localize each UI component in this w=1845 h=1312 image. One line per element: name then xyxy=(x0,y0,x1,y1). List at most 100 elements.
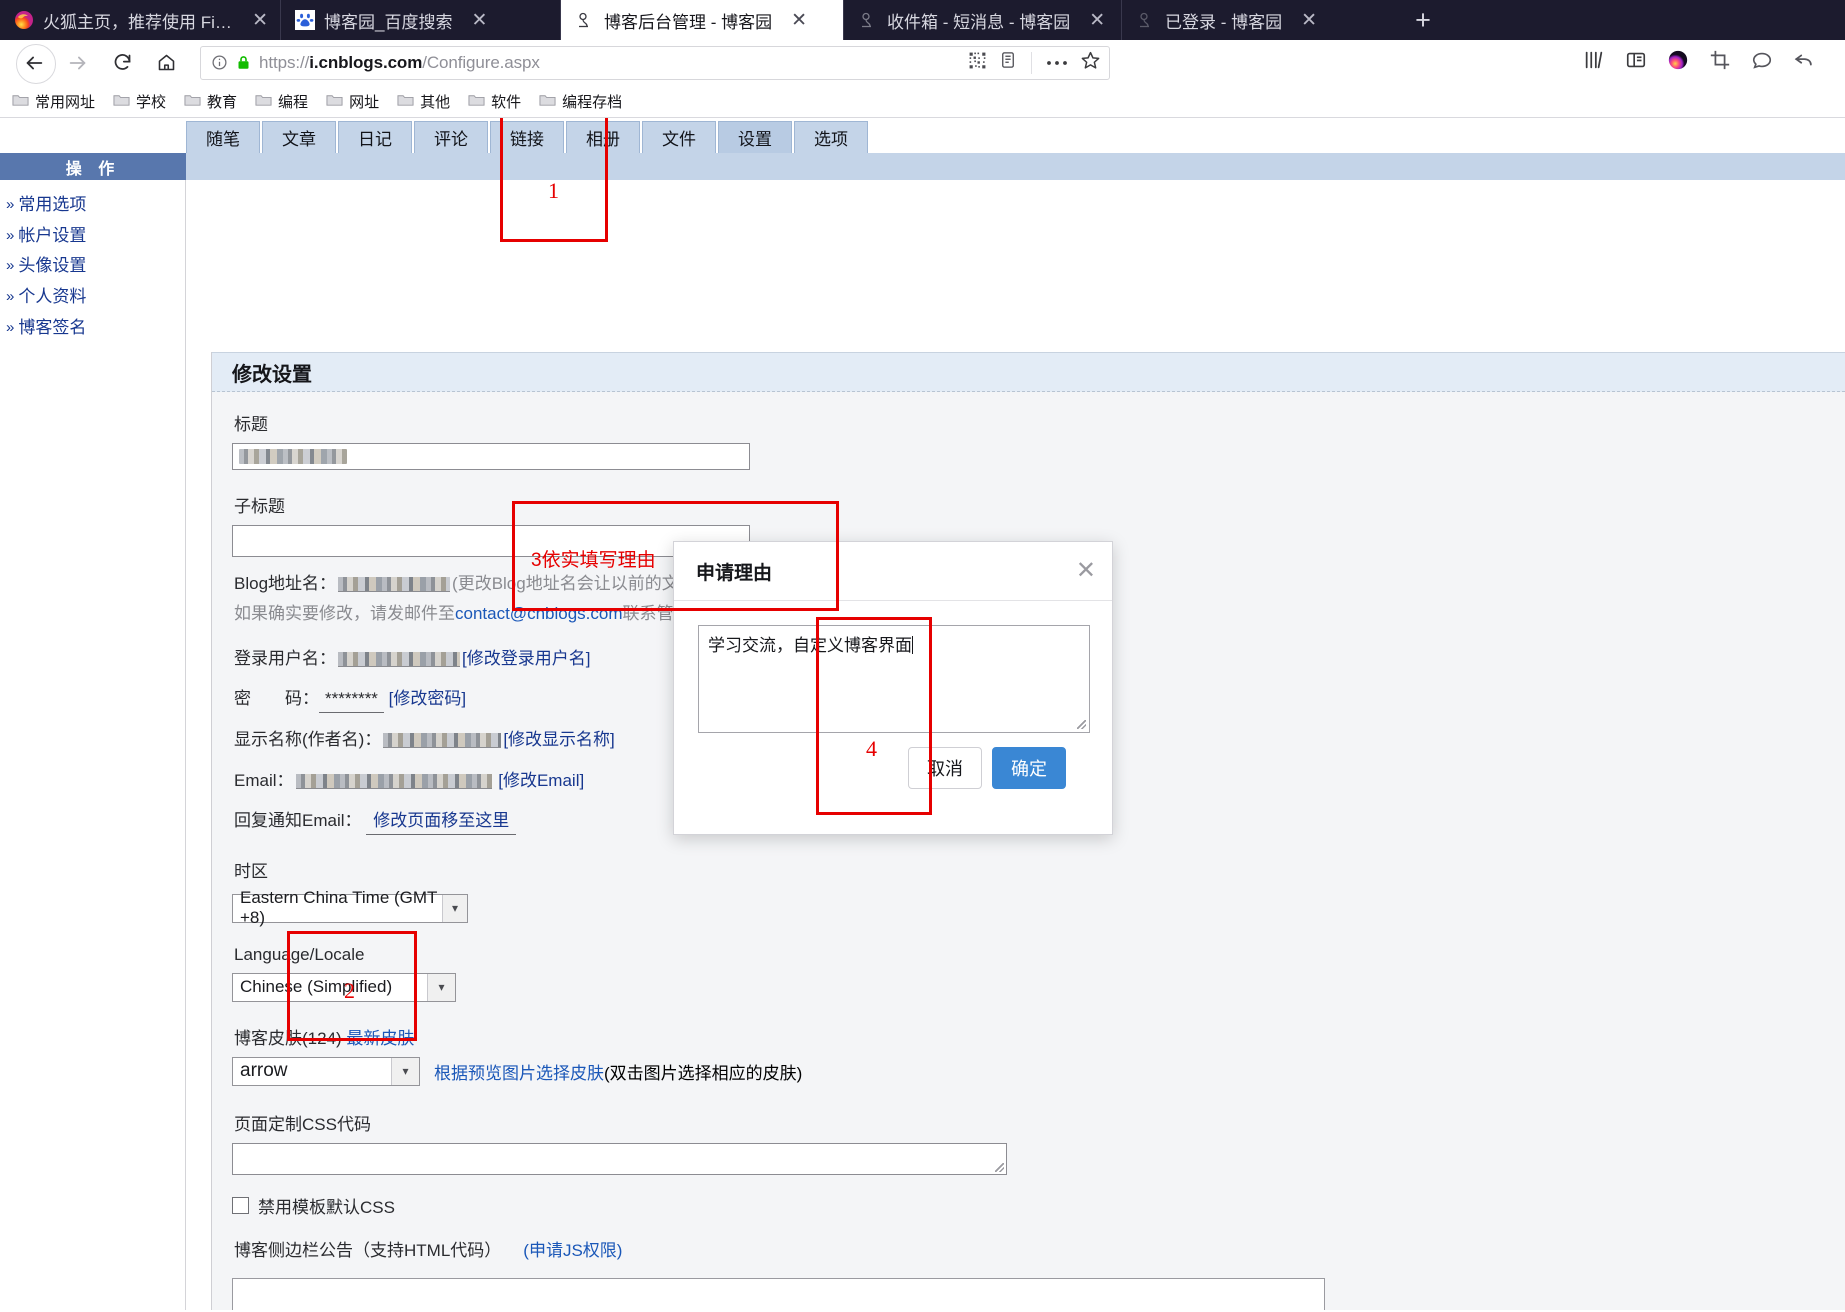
timezone-select[interactable]: Eastern China Time (GMT +8) ▾ xyxy=(232,888,468,927)
skin-preview-link[interactable]: 根据预览图片选择皮肤 xyxy=(434,1064,604,1083)
tab-pinglun[interactable]: 评论 xyxy=(414,121,488,153)
title-input[interactable] xyxy=(232,443,750,470)
bookmark-item[interactable]: 常用网址 xyxy=(12,91,95,112)
folder-icon xyxy=(468,93,485,111)
cancel-button[interactable]: 取消 xyxy=(908,747,982,789)
annotation-number-2: 2 xyxy=(344,978,355,1003)
bookmark-label: 学校 xyxy=(136,94,167,111)
sidebar-item-account-settings[interactable]: » 帐户设置 xyxy=(0,221,185,252)
new-tab-button[interactable]: + xyxy=(1399,0,1447,40)
close-icon[interactable]: ✕ xyxy=(471,11,487,30)
skin-select[interactable]: arrow ▾ xyxy=(232,1056,420,1086)
bookmark-item[interactable]: 编程 xyxy=(255,91,308,112)
title-label: 标题 xyxy=(234,415,268,434)
dialog-header: 申请理由 ✕ xyxy=(674,542,1112,601)
folder-icon xyxy=(397,93,414,111)
tab-xuanxiang[interactable]: 选项 xyxy=(794,121,868,153)
text-caret xyxy=(912,636,913,654)
bookmark-item[interactable]: 学校 xyxy=(113,91,166,112)
change-password-link[interactable]: [修改密码] xyxy=(389,689,466,708)
browser-tab-baidu-search[interactable]: 博客园_百度搜索 ✕ xyxy=(280,0,560,40)
dialog-title: 申请理由 xyxy=(696,562,773,584)
password-value: ******** xyxy=(319,686,384,714)
sidebar-item-label: 常用选项 xyxy=(18,195,87,214)
bookmark-label: 教育 xyxy=(207,94,238,111)
apply-js-permission-link[interactable]: (申请JS权限) xyxy=(523,1238,622,1264)
close-icon[interactable]: ✕ xyxy=(1076,559,1096,583)
redacted-email xyxy=(295,773,492,789)
email-label: Email： xyxy=(234,770,294,790)
undo-icon[interactable] xyxy=(1793,49,1815,76)
annotation-number-4: 4 xyxy=(866,736,877,761)
bookmark-item[interactable]: 软件 xyxy=(468,91,521,112)
tab-suibi[interactable]: 随笔 xyxy=(186,121,260,153)
change-display-name-link[interactable]: [修改显示名称] xyxy=(503,730,614,749)
browser-tab-firefox-home[interactable]: 火狐主页，推荐使用 Firefox ✕ xyxy=(0,0,280,40)
bookmark-item[interactable]: 网址 xyxy=(326,91,379,112)
sidebar-item-personal-profile[interactable]: » 个人资料 xyxy=(0,282,185,313)
change-login-name-link[interactable]: [修改登录用户名] xyxy=(462,649,590,668)
skin-hint-rest: (双击图片选择相应的皮肤) xyxy=(604,1063,803,1083)
url-text: https://i.cnblogs.com/Configure.aspx xyxy=(259,52,540,72)
browser-tab-title: 收件箱 - 短消息 - 博客园 xyxy=(887,12,1071,32)
more-icon[interactable] xyxy=(1046,54,1068,72)
screenshot-icon[interactable] xyxy=(1709,49,1731,76)
bookmark-item[interactable]: 编程存档 xyxy=(539,91,622,112)
chevron-down-icon[interactable]: ▾ xyxy=(391,1057,419,1085)
url-bar[interactable]: https://i.cnblogs.com/Configure.aspx xyxy=(200,45,1110,80)
sidebar-icon[interactable] xyxy=(1625,49,1647,76)
forward-arrow-icon[interactable] xyxy=(58,45,98,81)
cnblogs-icon xyxy=(858,10,878,30)
tab-lianjie[interactable]: 链接 xyxy=(490,121,564,153)
library-icon[interactable] xyxy=(1583,49,1605,76)
sidebar-item-blog-signature[interactable]: » 博客签名 xyxy=(0,313,185,344)
tab-wenzhang[interactable]: 文章 xyxy=(262,121,336,153)
tab-riji[interactable]: 日记 xyxy=(338,121,412,153)
contact-email-link[interactable]: contact@cnblogs.com xyxy=(455,604,623,623)
tab-shezhi[interactable]: 设置 xyxy=(718,121,792,153)
sidebar-item-avatar-settings[interactable]: » 头像设置 xyxy=(0,251,185,282)
browser-tab-inbox[interactable]: 收件箱 - 短消息 - 博客园 ✕ xyxy=(843,0,1121,40)
reload-icon[interactable] xyxy=(102,45,142,81)
reader-view-icon[interactable] xyxy=(999,50,1017,75)
page-viewport: 随笔 文章 日记 评论 链接 相册 文件 设置 选项 操 作 » 常用选项 » … xyxy=(0,118,1845,1310)
tab-wenjian[interactable]: 文件 xyxy=(642,121,716,153)
info-icon[interactable] xyxy=(211,54,228,71)
close-icon[interactable]: ✕ xyxy=(791,11,807,30)
chevron-down-icon[interactable]: ▾ xyxy=(441,894,467,922)
back-arrow-icon[interactable] xyxy=(14,43,56,84)
close-icon[interactable]: ✕ xyxy=(252,11,268,30)
bookmark-star-icon[interactable] xyxy=(1080,50,1101,76)
annotation-text-3: 3依实填写理由 xyxy=(531,550,656,571)
palette-icon[interactable] xyxy=(1667,49,1689,76)
reason-textarea[interactable]: 学习交流，自定义博客界面 xyxy=(698,625,1090,733)
locale-value: Chinese (Simplified) xyxy=(240,977,393,997)
sidebar-item-common-options[interactable]: » 常用选项 xyxy=(0,190,185,221)
newest-skin-link[interactable]: 最新皮肤 xyxy=(346,1029,414,1048)
confirm-button[interactable]: 确定 xyxy=(992,747,1066,789)
qrcode-icon[interactable] xyxy=(968,51,987,75)
close-icon[interactable]: ✕ xyxy=(1301,11,1317,30)
browser-tab-title: 火狐主页，推荐使用 Firefox xyxy=(43,12,234,32)
close-icon[interactable]: ✕ xyxy=(1089,11,1105,30)
disable-default-css-row[interactable]: 禁用模板默认CSS xyxy=(232,1193,1825,1218)
bookmark-item[interactable]: 其他 xyxy=(397,91,450,112)
skin-hint: 根据预览图片选择皮肤(双击图片选择相应的皮肤) xyxy=(434,1059,802,1084)
lock-icon[interactable] xyxy=(236,54,251,71)
browser-tab-blog-admin[interactable]: 博客后台管理 - 博客园 ✕ xyxy=(560,0,843,40)
home-icon[interactable] xyxy=(146,45,186,81)
browser-tab-logged-in[interactable]: 已登录 - 博客园 ✕ xyxy=(1121,0,1399,40)
bookmark-item[interactable]: 教育 xyxy=(184,91,237,112)
urlbar-divider xyxy=(1031,51,1032,74)
chevron-right-icon: » xyxy=(6,226,15,244)
chevron-down-icon[interactable]: ▾ xyxy=(427,973,455,1001)
tab-xiangce[interactable]: 相册 xyxy=(566,121,640,153)
panel-header: 修改设置 xyxy=(212,352,1845,392)
redacted-login-name xyxy=(338,651,460,667)
css-input[interactable] xyxy=(232,1142,1007,1175)
disable-default-css-checkbox[interactable] xyxy=(232,1196,249,1214)
sidebar-notice-textarea[interactable] xyxy=(232,1278,1325,1310)
change-email-link[interactable]: [修改Email] xyxy=(498,771,584,790)
reply-email-link[interactable]: 修改页面移至这里 xyxy=(366,808,517,836)
chat-icon[interactable] xyxy=(1751,49,1773,76)
